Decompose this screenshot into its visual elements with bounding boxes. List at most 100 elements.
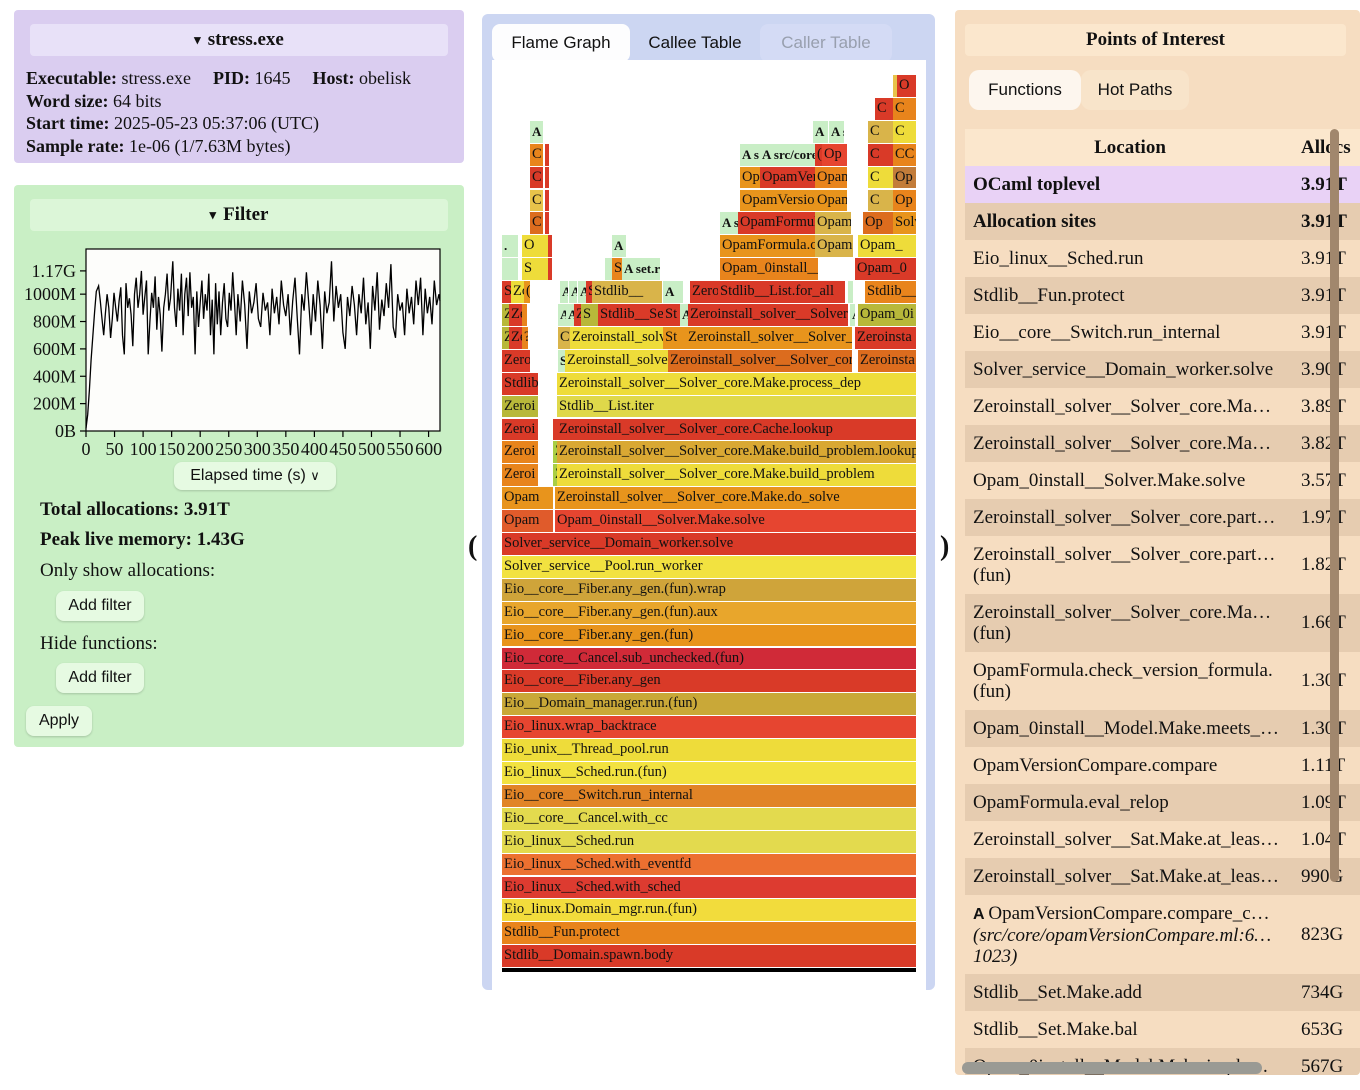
flame-frame[interactable]: C (893, 121, 916, 143)
flame-frame[interactable]: A s (829, 121, 844, 143)
poi-row[interactable]: Stdlib__Set.Make.bal653G (965, 1011, 1360, 1048)
flame-frame[interactable]: Stdlib__Se (598, 304, 663, 326)
flame-frame[interactable]: S (522, 258, 548, 280)
flame-frame[interactable]: O (897, 75, 916, 97)
apply-button[interactable]: Apply (26, 706, 92, 736)
flame-frame[interactable]: ( (524, 281, 530, 303)
flame-frame[interactable]: C (868, 144, 893, 166)
flame-frame[interactable]: OpamVersion (740, 190, 815, 212)
flame-frame[interactable]: A (560, 281, 568, 303)
flame-frame[interactable]: Solver_service__Pool.run_worker (502, 556, 916, 578)
executable-panel-header[interactable]: ▾ stress.exe (30, 24, 448, 56)
add-allocation-filter-button[interactable]: Add filter (56, 591, 144, 621)
flame-frame[interactable]: A s (740, 144, 760, 166)
poi-row[interactable]: Zeroinstall_solver__Sat.Make.at_leas…990… (965, 858, 1360, 895)
poi-row[interactable]: Opam_0install__Solver.Make.solve3.57T (965, 462, 1360, 499)
tab-hot-paths[interactable]: Hot Paths (1081, 70, 1189, 110)
flame-frame[interactable]: Opam (502, 487, 553, 509)
flame-frame[interactable]: S (581, 304, 598, 326)
flame-frame[interactable]: C (868, 167, 893, 189)
flame-frame[interactable]: Z (574, 304, 581, 326)
flame-frame[interactable]: Zeroinsta (858, 350, 916, 372)
flame-frame[interactable]: C (893, 98, 916, 120)
poi-row[interactable]: Zeroinstall_solver__Solver_core.Ma…(fun)… (965, 594, 1360, 652)
flame-frame[interactable] (545, 167, 549, 189)
flame-frame[interactable]: Opam_0 (855, 258, 916, 280)
flame-frame[interactable]: Zeroinstall_solver__Solver_core.Make.pro… (557, 373, 916, 395)
flame-frame[interactable]: Op (893, 167, 916, 189)
flame-frame[interactable]: C (868, 121, 893, 143)
memory-timeline-chart[interactable]: 0B200M400M600M800M1000M1.17G050100150200… (24, 243, 460, 461)
flame-frame[interactable]: Stdlib__List.for_all (718, 281, 845, 303)
flame-frame[interactable] (545, 190, 549, 212)
flame-frame[interactable]: Opam_ (858, 235, 916, 257)
right-pane-collapse-handle[interactable]: ) (940, 533, 949, 561)
flame-frame[interactable]: Eio_linux__Sched.run (502, 831, 916, 853)
poi-row[interactable]: Stdlib__Fun.protect3.91T (965, 277, 1360, 314)
flame-frame[interactable]: Stdlib (502, 373, 538, 395)
poi-row[interactable]: Eio__core__Switch.run_internal3.91T (965, 314, 1360, 351)
flame-frame[interactable]: A (663, 281, 683, 303)
flame-frame[interactable]: . (502, 235, 518, 257)
flame-frame[interactable]: Eio_linux.Domain_mgr.run.(fun) (502, 899, 916, 921)
flame-frame[interactable]: Stdlib__List.iter (557, 396, 916, 418)
flame-frame[interactable] (502, 258, 518, 280)
flame-frame[interactable]: Zeroinstall_solve (565, 350, 668, 372)
flame-frame[interactable]: S (558, 350, 565, 372)
poi-row[interactable]: OpamVersionCompare.compare1.11T (965, 747, 1360, 784)
flame-frame[interactable]: Opam_0install__Mod (720, 258, 818, 280)
flame-frame[interactable]: Zeroinstall_solver__Solver_co (686, 327, 852, 349)
flame-frame[interactable]: Zeroinstall_solver__Solver_core.Cache.lo… (557, 419, 916, 441)
flame-frame[interactable]: Zeroinstall_solver__Solver_ (688, 304, 848, 326)
flame-frame[interactable]: A (578, 281, 586, 303)
flame-frame[interactable] (548, 235, 552, 257)
flame-frame[interactable]: S (502, 281, 511, 303)
flame-frame[interactable]: Eio__core__Fiber.any_gen (502, 670, 916, 692)
flame-frame[interactable]: Eio__core__Fiber.any_gen.(fun) (502, 625, 916, 647)
flame-frame[interactable] (522, 304, 527, 326)
flame-frame[interactable]: Eio_unix__Thread_pool.run (502, 739, 916, 761)
poi-row[interactable]: Zeroinstall_solver__Solver_core.part…(fu… (965, 536, 1360, 594)
flame-frame[interactable] (605, 258, 612, 280)
flame-frame[interactable]: A (566, 304, 574, 326)
flame-frame[interactable]: Eio_linux.wrap_backtrace (502, 716, 916, 738)
flame-frame[interactable]: Solver_service__Domain_worker.solve (502, 533, 916, 555)
flame-frame[interactable]: Zeroinstall_solver__Solver_core. (668, 350, 852, 372)
flame-frame[interactable]: Eio__core__Cancel.with_cc (502, 808, 916, 830)
poi-row[interactable]: Zeroinstall_solver__Solver_core.Ma…3.82T (965, 425, 1360, 462)
flame-frame[interactable]: C (530, 190, 543, 212)
flame-frame[interactable]: Stdlib__Fun.protect (502, 922, 916, 944)
flame-frame[interactable]: Eio__core__Fiber.any_gen.(fun).wrap (502, 579, 916, 601)
flame-frame[interactable]: Z (502, 304, 509, 326)
flame-frame[interactable]: A (612, 235, 626, 257)
flame-frame[interactable]: CC (893, 144, 916, 166)
flame-frame[interactable]: Op (893, 190, 916, 212)
flame-frame[interactable]: A s (720, 212, 738, 234)
flame-frame[interactable]: Opam (815, 212, 851, 234)
flame-frame[interactable]: Eio__Domain_manager.run.(fun) (502, 693, 916, 715)
flame-frame[interactable]: Op (863, 212, 893, 234)
poi-row[interactable]: OpamFormula.eval_relop1.09T (965, 784, 1360, 821)
poi-row[interactable]: OCaml toplevel3.91T (965, 166, 1360, 203)
flame-frame[interactable]: Opam (815, 190, 847, 212)
flame-frame[interactable]: Zeroinstall_solv (570, 327, 663, 349)
flame-frame[interactable]: Zeroi (502, 350, 530, 372)
flame-frame[interactable]: A (850, 304, 855, 326)
poi-vertical-scrollbar[interactable] (1330, 129, 1339, 882)
flame-frame[interactable] (545, 212, 549, 234)
flame-frame[interactable]: St (663, 327, 686, 349)
flame-frame[interactable]: Zeroi (502, 464, 538, 486)
left-pane-collapse-handle[interactable]: ( (468, 533, 477, 561)
flame-frame[interactable]: Opam_0install__Solver.Make.solve (555, 510, 916, 532)
flame-frame[interactable]: C (558, 327, 570, 349)
flame-frame[interactable]: Op: (740, 167, 760, 189)
flame-frame[interactable]: Zero (690, 281, 718, 303)
flame-frame[interactable]: Zeroinsta (855, 327, 916, 349)
flame-frame[interactable]: OpamFormula.cl (720, 235, 815, 257)
flame-frame[interactable]: A (558, 304, 566, 326)
flame-frame[interactable]: C (530, 212, 543, 234)
flame-frame[interactable]: Stdlib__Domain.spawn.body (502, 945, 916, 967)
flame-frame[interactable]: C (530, 167, 543, 189)
add-hide-function-filter-button[interactable]: Add filter (56, 663, 144, 693)
flame-frame[interactable]: Opam (815, 235, 853, 257)
